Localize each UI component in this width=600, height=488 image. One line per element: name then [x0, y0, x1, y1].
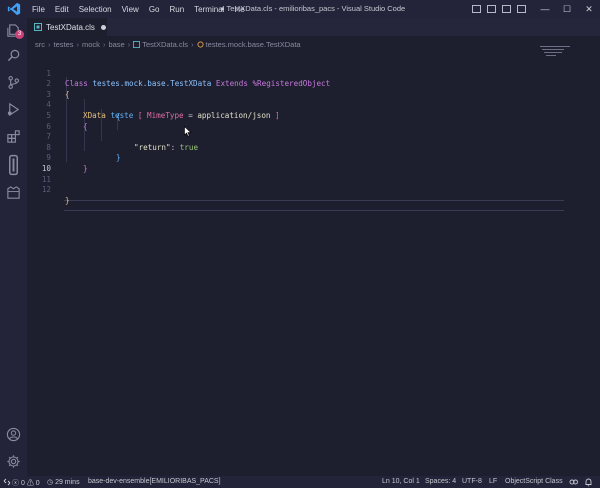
minimize-button[interactable]: — [534, 4, 556, 14]
chevron-right-icon: › [191, 39, 194, 49]
source-control-icon[interactable] [6, 75, 21, 90]
time-indicator[interactable]: ◷ 29 mins [47, 478, 80, 486]
tab-testxdata[interactable]: TestXData.cls [27, 18, 107, 36]
code-line-6-brace: { [116, 111, 121, 121]
code-line-6: 6 [46, 121, 51, 131]
menu-file[interactable]: File [27, 5, 50, 14]
code-line-2: 2 { [46, 79, 70, 99]
server-connection[interactable]: base-dev-ensemble[EMILIORIBAS_PACS] [88, 478, 221, 485]
menu-bar: File Edit Selection View Go Run Terminal… [27, 5, 250, 14]
error-icon: ⓧ [12, 480, 19, 487]
search-icon[interactable] [6, 48, 21, 63]
chevron-right-icon: › [76, 39, 80, 49]
accounts-icon[interactable] [6, 427, 21, 442]
window-controls: — ☐ ✕ [469, 0, 600, 18]
menu-go[interactable]: Go [144, 5, 165, 14]
chevron-right-icon: › [127, 39, 131, 49]
remote-icon[interactable] [3, 478, 11, 486]
error-count[interactable]: ⓧ 0 ⚠ 0 [12, 478, 40, 488]
menu-run[interactable]: Run [164, 5, 189, 14]
menu-edit[interactable]: Edit [50, 5, 74, 14]
chevron-right-icon: › [102, 39, 106, 49]
window-title: ● TestXData.cls - emilioribas_pacs - Vis… [220, 4, 406, 13]
breadcrumb-src[interactable]: src [35, 40, 45, 49]
breadcrumb-base[interactable]: base [108, 40, 124, 49]
breadcrumb-testes[interactable]: testes [54, 40, 74, 49]
layout-sidebar-icon[interactable] [472, 5, 481, 13]
explorer-badge: 3 [15, 30, 24, 39]
clock-icon: ◷ [47, 479, 54, 486]
intersystems-objectscript-icon[interactable] [6, 154, 21, 176]
code-line-9: 9 } [46, 153, 88, 173]
warning-icon: ⚠ [26, 480, 34, 487]
class-symbol-icon [197, 40, 204, 48]
menu-selection[interactable]: Selection [74, 5, 117, 14]
code-line-10: 10 [41, 163, 51, 173]
title-bar: File Edit Selection View Go Run Terminal… [0, 0, 600, 18]
end-of-line[interactable]: LF [489, 478, 497, 485]
class-file-icon [34, 23, 42, 31]
code-editor[interactable]: 1 Class testes.mock.base.TestXData Exten… [27, 56, 600, 476]
class-file-icon [133, 40, 141, 48]
editor-tabs: TestXData.cls [27, 18, 600, 36]
tab-label: TestXData.cls [46, 22, 95, 32]
extensions-icon[interactable] [6, 129, 21, 144]
server-manager-icon[interactable] [6, 185, 21, 200]
layout-split-icon[interactable] [502, 5, 511, 13]
code-line-3: 3 [46, 89, 51, 99]
breadcrumb-symbol[interactable]: testes.mock.base.TestXData [206, 40, 301, 49]
indentation[interactable]: Spaces: 4 [425, 478, 456, 485]
cursor-position[interactable]: Ln 10, Col 1 [382, 478, 420, 485]
code-line-12: 12 } [41, 185, 70, 205]
mouse-cursor-icon [184, 126, 192, 137]
run-debug-icon[interactable] [6, 102, 21, 117]
code-line-1: 1 Class testes.mock.base.TestXData Exten… [46, 68, 331, 89]
notifications-bell-icon[interactable] [584, 478, 593, 487]
menu-view[interactable]: View [117, 5, 144, 14]
activity-bar: 3 [0, 18, 27, 476]
breadcrumb-file[interactable]: TestXData.cls [142, 40, 188, 49]
code-line-8: 8 } [46, 142, 121, 163]
unsaved-dot-icon[interactable] [100, 24, 106, 30]
chevron-right-icon: › [48, 39, 51, 49]
settings-gear-icon[interactable] [6, 454, 21, 469]
breadcrumb-mock[interactable]: mock [82, 40, 100, 49]
maximize-button[interactable]: ☐ [556, 4, 578, 15]
close-button[interactable]: ✕ [578, 4, 600, 15]
encoding[interactable]: UTF-8 [462, 478, 482, 485]
breadcrumb: src › testes › mock › base › TestXData.cls › … [35, 38, 301, 50]
code-line-4: 4 XData teste [ MimeType = application/j… [46, 100, 280, 120]
current-line-highlight [64, 200, 564, 211]
status-bar: ⓧ 0 ⚠ 0 ◷ 29 mins base-dev-ensemble[EMIL… [0, 476, 600, 488]
code-line-11: 11 [41, 174, 51, 184]
code-line-7: 7 "return": true [46, 132, 199, 152]
layout-panel-icon[interactable] [487, 5, 496, 13]
language-mode[interactable]: ObjectScript Class [505, 478, 563, 485]
feedback-icon[interactable] [569, 478, 578, 486]
layout-custom-icon[interactable] [517, 5, 526, 13]
vscode-logo-icon[interactable] [7, 2, 21, 16]
